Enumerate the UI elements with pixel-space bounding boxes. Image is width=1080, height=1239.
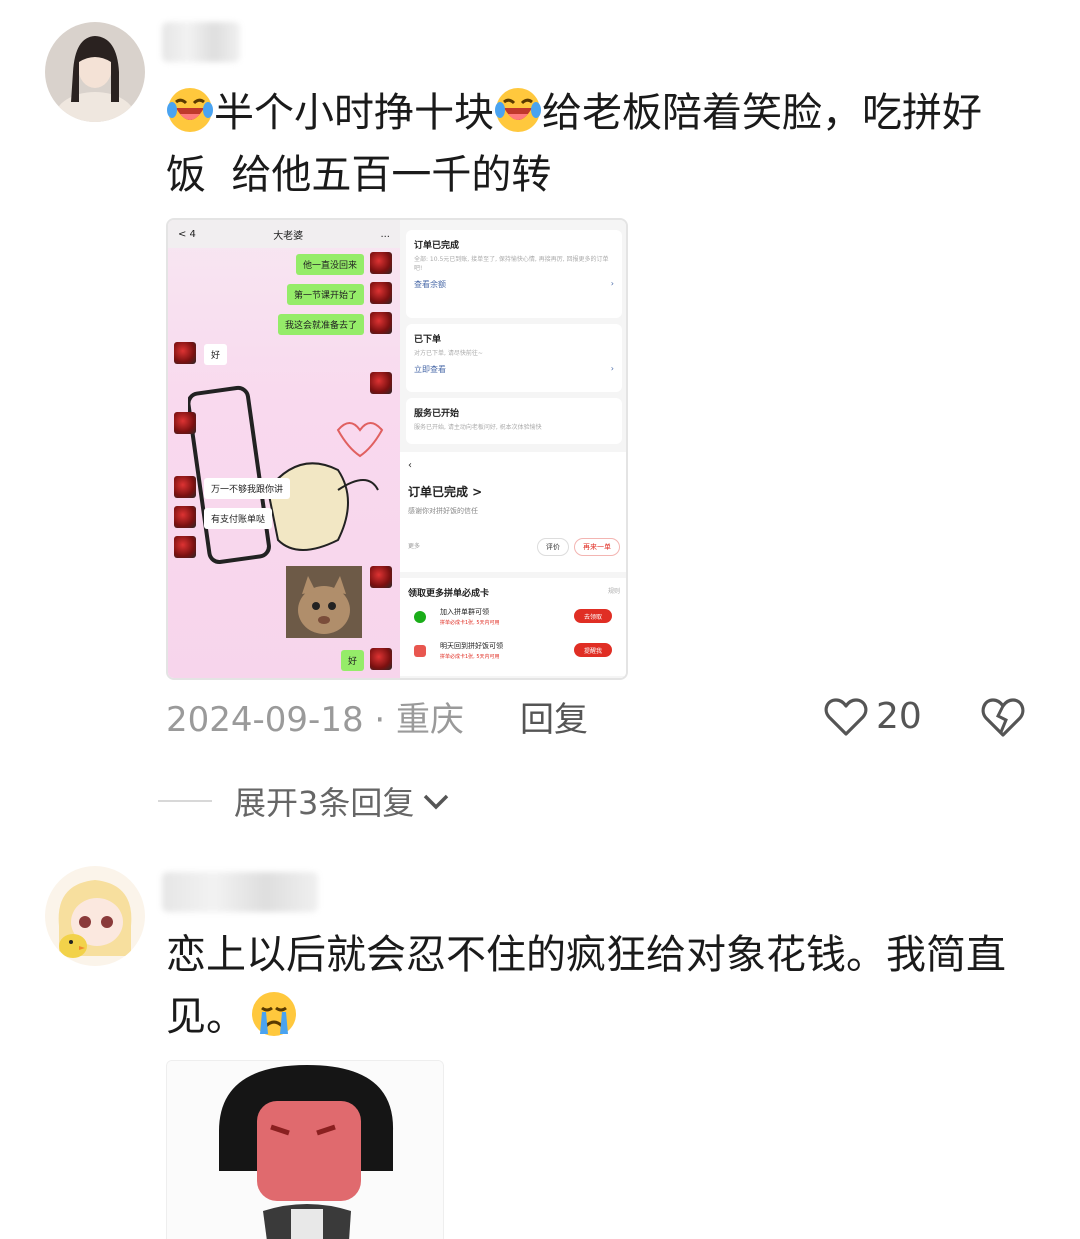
order-card-title: 已下单 <box>414 335 442 345</box>
user-avatar[interactable] <box>45 866 145 966</box>
comment-text-part1: 半个小时挣十块 <box>214 90 494 136</box>
chat-avatar <box>174 476 196 498</box>
pdd-icon <box>414 645 426 657</box>
laugh-cry-emoji <box>494 86 542 134</box>
chat-bubble-left: 有支付账单哒 <box>204 508 273 529</box>
promo-card: 领取更多拼单必成卡 规则 加入拼单群可领 拼单必成卡1张, 5天内可用 去领取 … <box>400 578 626 676</box>
promo-item-sub: 拼单必成卡1张, 5天内可用 <box>440 654 500 660</box>
promo-item-sub: 拼单必成卡1张, 5天内可用 <box>440 620 500 626</box>
broken-heart-icon <box>981 698 1025 737</box>
like-count: 20 <box>876 696 922 737</box>
order-card: 服务已开始 服务已开始, 请主动向老板问好, 祝本次体验愉快 <box>406 398 622 444</box>
laugh-cry-emoji <box>166 86 214 134</box>
order-card: 订单已完成 全部: 10.5元已到账, 接单至了, 保持愉快心情, 再接再厉, … <box>406 230 622 318</box>
reply-button[interactable]: 回复 <box>520 697 588 743</box>
promo-title: 领取更多拼单必成卡 <box>408 589 490 599</box>
chat-avatar <box>174 412 196 434</box>
chat-avatar <box>370 252 392 274</box>
divider-line <box>158 800 212 802</box>
comment-text-line1: 恋上以后就会忍不住的疯狂给对象花钱。我简直 <box>166 932 1006 978</box>
comment-text-line2: 见。 <box>166 994 246 1040</box>
order-card-desc: 服务已开始, 请主动向老板问好, 祝本次体验愉快 <box>414 424 542 431</box>
promo-item-title: 加入拼单群可领 <box>440 608 489 616</box>
chat-avatar <box>174 536 196 558</box>
order-card-link: 查看余额 › <box>414 279 614 289</box>
chat-avatar <box>174 342 196 364</box>
promo-button: 提醒我 <box>574 643 612 657</box>
order-card-title: 订单已完成 <box>414 241 460 251</box>
sticker-dog-drawing <box>188 385 384 565</box>
chat-avatar <box>370 372 392 394</box>
comment-location: 重庆 <box>396 700 465 740</box>
like-button[interactable]: 20 <box>824 696 922 737</box>
chat-avatar <box>370 648 392 670</box>
promo-rule: 规则 <box>607 588 620 595</box>
chat-bubble-right: 他一直没回来 <box>295 254 364 275</box>
dislike-button[interactable] <box>980 696 1026 742</box>
order-card-desc: 对方已下单, 请尽快前往~ <box>414 350 483 357</box>
promo-item-title: 明天回到拼好饭可领 <box>440 642 503 650</box>
wechat-icon <box>414 611 426 623</box>
attached-sticker-image[interactable] <box>166 1060 444 1239</box>
expand-replies-label: 展开3条回复 <box>234 784 415 822</box>
order-card-title: 服务已开始 <box>414 409 460 419</box>
order-again-pill: 再来一单 <box>574 538 620 556</box>
chat-back: < 4 <box>178 228 196 240</box>
chat-bubble-right: 第一节课开始了 <box>286 284 364 305</box>
chat-title: 大老婆 <box>273 230 304 242</box>
chat-bubble-right: 好 <box>340 650 364 671</box>
chat-menu: ... <box>380 228 390 240</box>
heart-outline-icon <box>824 697 868 736</box>
comment-text: 恋上以后就会忍不住的疯狂给对象花钱。我简直 见。 <box>166 924 1006 1048</box>
chat-avatar <box>370 282 392 304</box>
order-done-panel: ‹ 订单已完成 > 感谢你对拼好饭的信任 更多 评价 再来一单 <box>400 452 626 572</box>
chat-header: < 4 大老婆 ... <box>168 220 400 248</box>
comment-meta: 2024-09-18 · 重庆 <box>166 697 464 743</box>
order-card-link: 立即查看 › <box>414 364 614 374</box>
comment-text-line2: 饭 给他五百一千的转 <box>166 152 552 198</box>
chat-screenshot: < 4 大老婆 ... 他一直没回来 第一节课开始了 我这会就准备去了 好 万一… <box>168 220 400 678</box>
chat-bubble-left: 万一不够我跟你讲 <box>204 478 291 499</box>
chat-avatar <box>370 312 392 334</box>
username-blurred[interactable] <box>162 872 318 912</box>
order-screenshot: 订单已完成 全部: 10.5元已到账, 接单至了, 保持愉快心情, 再接再厉, … <box>400 220 626 678</box>
order-done-sub: 感谢你对拼好饭的信任 <box>408 507 478 515</box>
order-done-title: 订单已完成 > <box>408 485 483 499</box>
comment-text: 半个小时挣十块 给老板陪着笑脸，吃拼好 饭 给他五百一千的转 <box>166 82 982 206</box>
chat-bubble-right: 我这会就准备去了 <box>277 314 364 335</box>
chevron-down-icon <box>424 794 449 810</box>
order-card-desc: 全部: 10.5元已到账, 接单至了, 保持愉快心情, 再接再厉, 回报更多的订… <box>414 256 609 272</box>
username-blurred[interactable] <box>162 22 240 62</box>
order-card: 已下单 对方已下单, 请尽快前往~ 立即查看 › <box>406 324 622 392</box>
chat-avatar <box>174 506 196 528</box>
comment-date: 2024-09-18 <box>166 700 364 740</box>
attached-image[interactable]: < 4 大老婆 ... 他一直没回来 第一节课开始了 我这会就准备去了 好 万一… <box>166 218 628 680</box>
chat-bubble-left: 好 <box>204 344 228 365</box>
user-avatar[interactable] <box>45 22 145 122</box>
promo-button: 去领取 <box>574 609 612 623</box>
review-pill: 评价 <box>536 538 569 556</box>
crying-emoji <box>250 990 298 1038</box>
meta-separator: · <box>374 700 397 740</box>
order-more: 更多 <box>408 542 421 550</box>
chat-avatar <box>370 566 392 588</box>
expand-replies[interactable]: 展开3条回复 <box>158 778 450 824</box>
cat-photo <box>286 566 362 638</box>
comment-text-part2: 给老板陪着笑脸，吃拼好 <box>542 90 982 136</box>
